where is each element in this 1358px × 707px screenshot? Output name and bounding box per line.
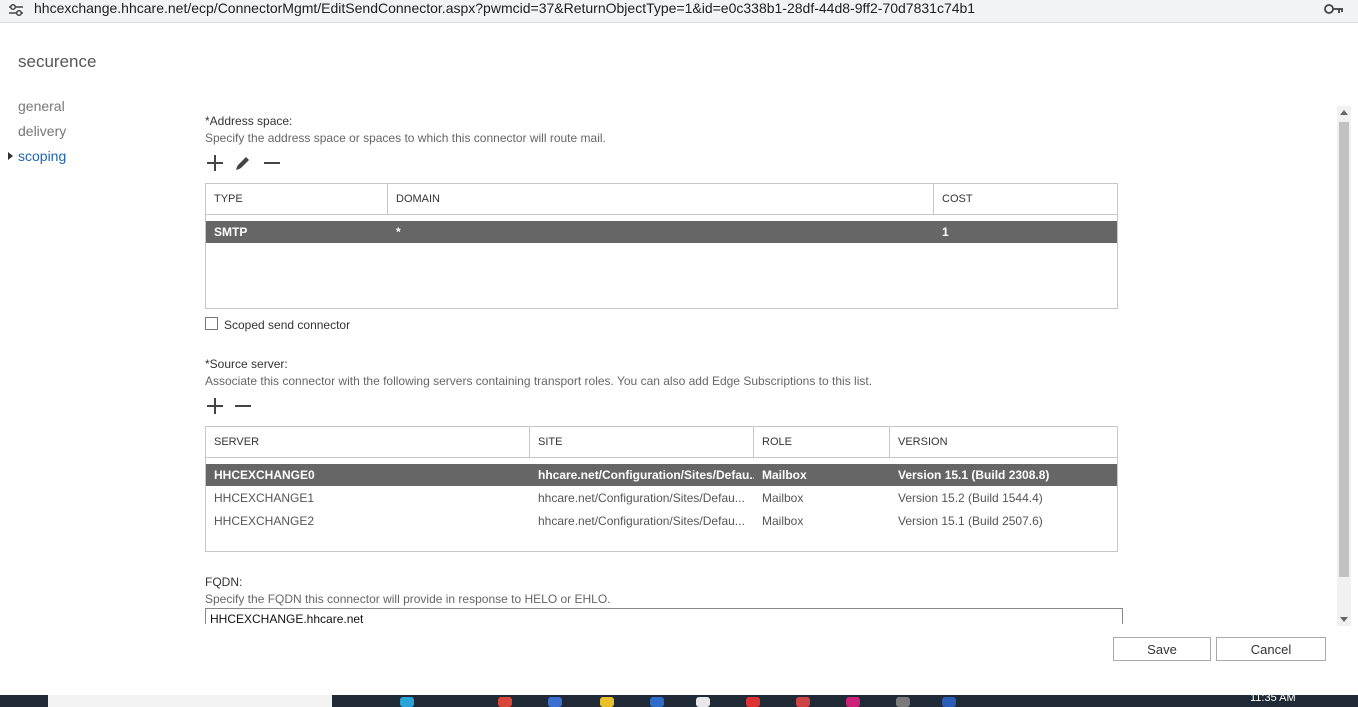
side-nav: general delivery scoping: [8, 96, 67, 171]
app-icon[interactable]: [600, 697, 614, 707]
table-header: TYPE DOMAIN COST: [206, 184, 1117, 215]
app-icon[interactable]: [696, 697, 710, 707]
cell-role: Mailbox: [762, 468, 807, 482]
cell-cost: 1: [942, 225, 949, 239]
fqdn-hint: Specify the FQDN this connector will pro…: [205, 592, 611, 606]
url-text[interactable]: hhcexchange.hhcare.net/ecp/ConnectorMgmt…: [34, 0, 975, 16]
column-header[interactable]: ROLE: [754, 427, 890, 457]
cell-type: SMTP: [214, 225, 248, 239]
checkbox-label: Scoped send connector: [224, 318, 351, 332]
password-key-icon[interactable]: [1324, 2, 1344, 16]
nav-item-delivery[interactable]: delivery: [18, 121, 66, 146]
column-header[interactable]: TYPE: [206, 184, 388, 214]
column-header[interactable]: VERSION: [890, 427, 1116, 457]
add-icon[interactable]: [205, 396, 225, 416]
address-bar[interactable]: hhcexchange.hhcare.net/ecp/ConnectorMgmt…: [0, 0, 1358, 23]
app-icon[interactable]: [650, 697, 664, 707]
cell-server: HHCEXCHANGE0: [214, 468, 315, 482]
nav-item-scoping[interactable]: scoping: [8, 146, 67, 171]
scroll-down-icon[interactable]: [1340, 617, 1348, 622]
cell-version: Version 15.2 (Build 1544.4): [898, 491, 1043, 505]
edit-pencil-icon[interactable]: [233, 153, 253, 173]
remove-icon[interactable]: [233, 396, 253, 416]
cell-site: hhcare.net/Configuration/Sites/Defau...: [538, 514, 745, 528]
source-server-table: SERVER SITE ROLE VERSION HHCEXCHANGE0 hh…: [205, 426, 1118, 552]
app-icon[interactable]: [746, 697, 760, 707]
add-icon[interactable]: [205, 153, 225, 173]
app-icon[interactable]: [796, 697, 810, 707]
cell-server: HHCEXCHANGE1: [214, 491, 315, 505]
scoped-send-connector-checkbox[interactable]: Scoped send connector: [205, 317, 350, 332]
cell-role: Mailbox: [762, 514, 804, 528]
cell-role: Mailbox: [762, 491, 804, 505]
address-space-label: *Address space:: [205, 114, 293, 128]
table-header: SERVER SITE ROLE VERSION: [206, 427, 1117, 458]
column-header[interactable]: COST: [934, 184, 1116, 214]
content-scrollbar[interactable]: [1337, 106, 1351, 626]
cell-version: Version 15.1 (Build 2507.6): [898, 514, 1043, 528]
checkbox-box[interactable]: [205, 317, 218, 330]
column-header[interactable]: SITE: [530, 427, 754, 457]
taskbar: 11:35 AM: [0, 695, 1358, 707]
fqdn-label: FQDN:: [205, 575, 243, 589]
app-icon[interactable]: [896, 697, 910, 707]
app-icon[interactable]: [400, 697, 414, 707]
caret-right-icon: [8, 152, 13, 160]
taskbar-clock[interactable]: 11:35 AM: [1250, 695, 1296, 704]
cell-site: hhcare.net/Configuration/Sites/Defau...: [538, 468, 754, 482]
nav-item-label: scoping: [18, 148, 67, 164]
cell-domain: *: [396, 225, 401, 239]
cell-site: hhcare.net/Configuration/Sites/Defau...: [538, 491, 745, 505]
column-header[interactable]: SERVER: [206, 427, 530, 457]
nav-item-label: delivery: [18, 123, 67, 139]
taskbar-search-box[interactable]: [48, 695, 332, 707]
page-title: securence: [18, 52, 97, 71]
fqdn-input[interactable]: HHCEXCHANGE.hhcare.net: [205, 608, 1123, 624]
address-space-toolbar: [205, 153, 286, 173]
table-row[interactable]: HHCEXCHANGE2 hhcare.net/Configuration/Si…: [206, 510, 1117, 532]
app-icon[interactable]: [498, 697, 512, 707]
source-server-hint: Associate this connector with the follow…: [205, 374, 873, 388]
table-row[interactable]: HHCEXCHANGE0 hhcare.net/Configuration/Si…: [206, 464, 1117, 486]
app-icon[interactable]: [942, 697, 956, 707]
source-server-toolbar: [205, 396, 257, 416]
remove-icon[interactable]: [262, 153, 282, 173]
nav-item-label: general: [18, 98, 65, 114]
save-button[interactable]: Save: [1113, 637, 1211, 661]
cell-version: Version 15.1 (Build 2308.8): [898, 468, 1050, 482]
nav-item-general[interactable]: general: [18, 96, 66, 121]
source-server-label: *Source server:: [205, 357, 288, 371]
address-space-table: TYPE DOMAIN COST SMTP * 1: [205, 183, 1118, 309]
table-row[interactable]: HHCEXCHANGE1 hhcare.net/Configuration/Si…: [206, 487, 1117, 509]
app-icon[interactable]: [548, 697, 562, 707]
column-header[interactable]: DOMAIN: [388, 184, 934, 214]
site-info-icon[interactable]: [8, 3, 24, 17]
scroll-thumb[interactable]: [1339, 122, 1349, 577]
app-icon[interactable]: [846, 697, 860, 707]
cancel-button[interactable]: Cancel: [1216, 637, 1326, 661]
table-row[interactable]: SMTP * 1: [206, 221, 1117, 243]
address-space-hint: Specify the address space or spaces to w…: [205, 131, 606, 145]
cell-server: HHCEXCHANGE2: [214, 514, 315, 528]
scroll-up-icon[interactable]: [1340, 110, 1348, 115]
